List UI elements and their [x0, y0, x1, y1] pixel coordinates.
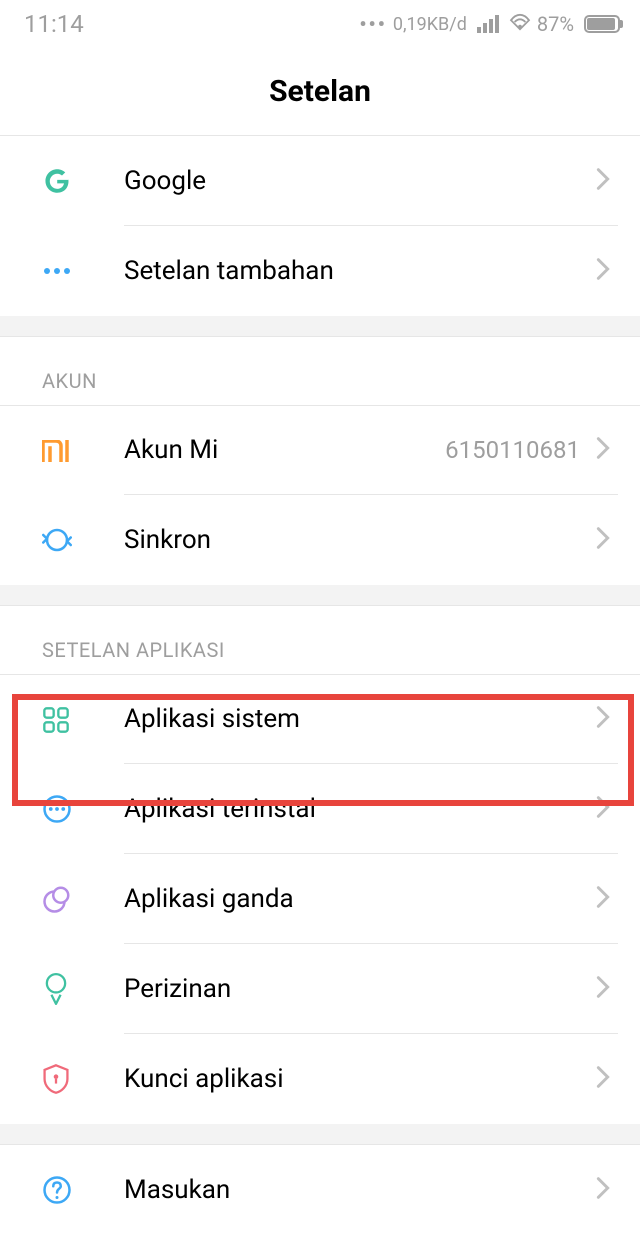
section-header-apps: SETELAN APLIKASI — [0, 606, 640, 674]
akun-section: AKUN Akun Mi 6150110681 — [0, 336, 640, 585]
row-dual-apps[interactable]: Aplikasi ganda — [0, 854, 640, 944]
network-speed: 0,19KB/d — [393, 14, 467, 35]
header: Setelan — [0, 48, 640, 136]
status-time: 11:14 — [24, 10, 84, 38]
status-indicators: ••• 0,19KB/d 87% — [359, 12, 620, 36]
row-mi-account[interactable]: Akun Mi 6150110681 — [0, 405, 640, 495]
page-title: Setelan — [269, 74, 371, 109]
top-section: Google Setelan tambahan — [0, 136, 640, 316]
settings-list: Google Setelan tambahan — [0, 136, 640, 1235]
feedback-section: Masukan — [0, 1144, 640, 1235]
sync-icon — [42, 525, 86, 555]
signal-icon — [477, 15, 499, 33]
apps-section: SETELAN APLIKASI Aplikasi sistem — [0, 605, 640, 1124]
permissions-icon — [42, 973, 86, 1005]
more-dots-icon — [42, 266, 86, 276]
dual-apps-icon — [42, 884, 86, 914]
row-label: Aplikasi sistem — [124, 704, 596, 734]
more-icon: ••• — [359, 12, 387, 36]
row-google[interactable]: Google — [0, 136, 640, 226]
row-feedback[interactable]: Masukan — [0, 1145, 640, 1235]
chevron-right-icon — [596, 1065, 610, 1093]
app-lock-icon — [42, 1063, 86, 1095]
row-sync[interactable]: Sinkron — [0, 495, 640, 585]
row-additional-settings[interactable]: Setelan tambahan — [0, 226, 640, 316]
chevron-right-icon — [596, 885, 610, 913]
row-permissions[interactable]: Perizinan — [0, 944, 640, 1034]
chevron-right-icon — [596, 795, 610, 823]
battery-percent: 87% — [537, 12, 574, 36]
chevron-right-icon — [596, 436, 610, 464]
installed-apps-icon — [42, 794, 86, 824]
wifi-icon — [509, 12, 531, 36]
chevron-right-icon — [596, 257, 610, 285]
row-label: Aplikasi ganda — [124, 884, 596, 914]
row-app-lock[interactable]: Kunci aplikasi — [0, 1034, 640, 1124]
row-label: Setelan tambahan — [124, 256, 596, 286]
chevron-right-icon — [596, 705, 610, 733]
row-label: Aplikasi terinstal — [124, 794, 596, 824]
feedback-icon — [42, 1175, 86, 1205]
battery-icon — [584, 15, 620, 33]
row-label: Kunci aplikasi — [124, 1064, 596, 1094]
row-label: Perizinan — [124, 974, 596, 1004]
chevron-right-icon — [596, 975, 610, 1003]
row-label: Akun Mi — [124, 435, 445, 465]
chevron-right-icon — [596, 1176, 610, 1204]
section-header-akun: AKUN — [0, 337, 640, 405]
row-value: 6150110681 — [445, 436, 580, 464]
system-apps-icon — [42, 706, 86, 734]
row-label: Google — [124, 166, 596, 196]
google-icon — [42, 166, 86, 196]
row-system-apps[interactable]: Aplikasi sistem — [0, 674, 640, 764]
chevron-right-icon — [596, 526, 610, 554]
status-bar: 11:14 ••• 0,19KB/d 87% — [0, 0, 640, 48]
row-installed-apps[interactable]: Aplikasi terinstal — [0, 764, 640, 854]
chevron-right-icon — [596, 167, 610, 195]
mi-icon — [42, 440, 86, 462]
row-label: Masukan — [124, 1175, 596, 1205]
row-label: Sinkron — [124, 525, 596, 555]
